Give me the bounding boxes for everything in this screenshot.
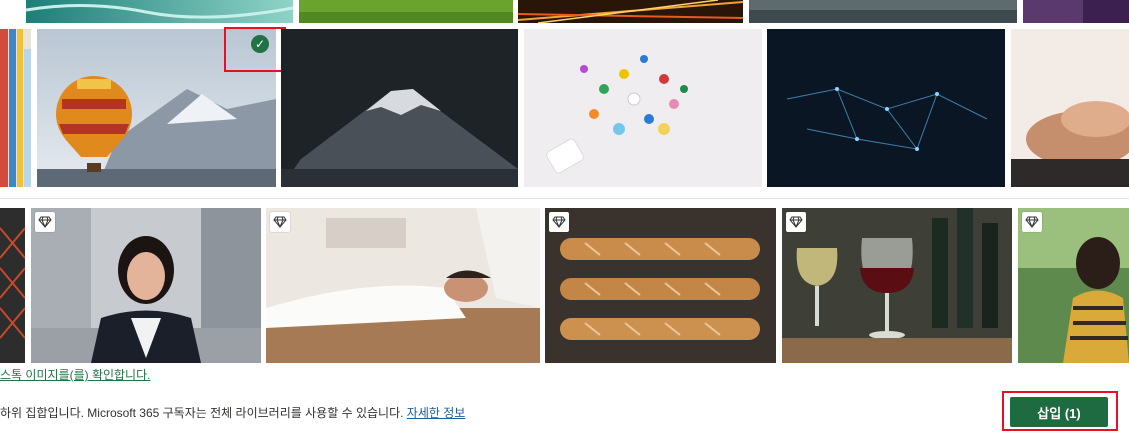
pool-water-image[interactable]	[26, 0, 293, 23]
wine-glasses-image[interactable]	[782, 208, 1012, 363]
mountain-peak-image[interactable]	[281, 29, 518, 187]
diamond-icon	[270, 212, 290, 232]
light-trails-image[interactable]	[518, 0, 743, 23]
building-scaffold-image[interactable]	[0, 208, 25, 363]
baguettes-image[interactable]	[545, 208, 776, 363]
pills-image[interactable]	[524, 29, 762, 187]
insert-highlight	[1002, 391, 1118, 431]
diamond-icon	[1022, 212, 1042, 232]
footer-note-text: 하위 집합입니다. Microsoft 365 구독자는 전체 라이브러리를 사…	[0, 406, 404, 420]
diamond-icon	[35, 212, 55, 232]
dark-water-image[interactable]	[749, 0, 1017, 23]
woman-outdoors-image[interactable]	[1018, 208, 1129, 363]
footer-note: 하위 집합입니다. Microsoft 365 구독자는 전체 라이브러리를 사…	[0, 404, 465, 421]
holding-hands-image[interactable]	[1011, 29, 1129, 187]
books-image[interactable]	[0, 29, 31, 187]
purple-image[interactable]	[1023, 0, 1129, 23]
selected-highlight	[224, 27, 286, 72]
network-mesh-image[interactable]	[767, 29, 1005, 187]
section-divider	[0, 198, 1129, 199]
green-grass-image[interactable]	[299, 0, 513, 23]
business-woman-image[interactable]	[31, 208, 261, 363]
diamond-icon	[549, 212, 569, 232]
learn-more-link[interactable]: 자세한 정보	[407, 406, 466, 420]
diamond-icon	[786, 212, 806, 232]
massage-image[interactable]	[266, 208, 540, 363]
stock-images-link[interactable]: 스톡 이미지를(를) 확인합니다.	[0, 366, 150, 383]
